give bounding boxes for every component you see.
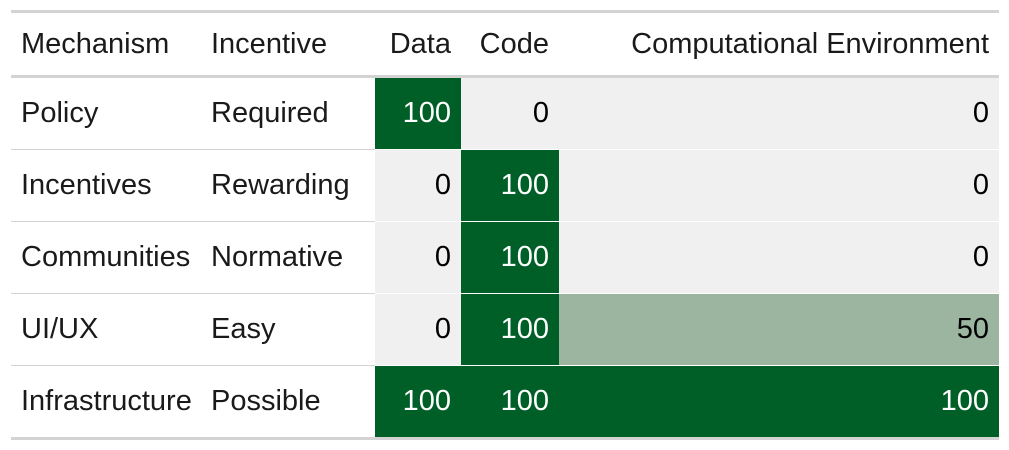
code-value-cell: 0 (461, 76, 559, 150)
data-value-cell: 100 (375, 365, 461, 439)
table-row: Communities Normative 0 100 0 (11, 221, 999, 294)
code-value-cell: 100 (461, 221, 559, 294)
incentive-cell: Required (211, 97, 329, 129)
table-row: UI/UX Easy 0 100 50 (11, 293, 999, 366)
header-computational-environment: Computational Environment (559, 11, 999, 78)
table-body: Policy Required 100 0 0 Incentives Rewar… (11, 76, 999, 439)
header-data: Data (375, 11, 461, 78)
code-value-cell: 100 (461, 293, 559, 366)
mechanism-cell: Infrastructure (11, 365, 201, 439)
mechanism-cell: UI/UX (11, 293, 201, 366)
code-value-cell: 100 (461, 149, 559, 222)
data-value-cell: 100 (375, 76, 461, 150)
incentive-cell: Easy (201, 293, 375, 366)
incentive-cell: Possible (201, 365, 375, 439)
incentive-cell: Rewarding (201, 149, 375, 222)
table-row: Incentives Rewarding 0 100 0 (11, 149, 999, 222)
table-row: Policy Required 100 0 0 (11, 76, 999, 150)
mechanism-cell: Communities (11, 221, 201, 294)
code-value-cell: 100 (461, 365, 559, 439)
header-incentive: Incentive (201, 11, 375, 78)
data-value-cell: 0 (375, 293, 461, 366)
header-row: Mechanism Incentive Data Code Computatio… (11, 11, 999, 78)
data-value-cell: 0 (375, 221, 461, 294)
table-header: Mechanism Incentive Data Code Computatio… (11, 11, 999, 78)
data-value-cell: 0 (375, 149, 461, 222)
env-value-cell: 0 (559, 76, 999, 150)
env-value-cell: 0 (559, 221, 999, 294)
reproducibility-table: Mechanism Incentive Data Code Computatio… (11, 10, 999, 440)
env-value-cell: 100 (559, 365, 999, 439)
mechanism-cell: Incentives (11, 149, 201, 222)
header-mechanism: Mechanism (11, 11, 201, 78)
mechanism-cell: Policy (21, 97, 99, 129)
env-value-cell: 50 (559, 293, 999, 366)
header-code: Code (461, 11, 559, 78)
table-row: Infrastructure Possible 100 100 100 (11, 365, 999, 439)
env-value-cell: 0 (559, 149, 999, 222)
incentive-cell: Normative (201, 221, 375, 294)
